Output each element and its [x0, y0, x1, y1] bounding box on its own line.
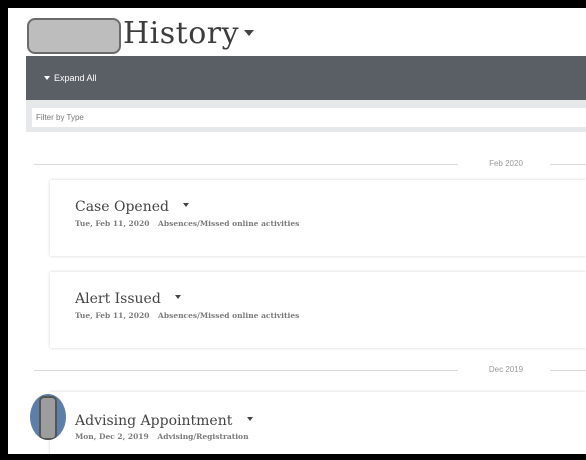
card-title-row[interactable]: Advising Appointment	[75, 412, 253, 430]
timeline-card-alert-issued[interactable]: Alert Issued Tue, Feb 11, 2020 Absences/…	[50, 272, 586, 348]
filter-bar	[26, 100, 586, 132]
card-category: Absences/Missed online activities	[158, 219, 300, 228]
card-date: Tue, Feb 11, 2020	[75, 311, 150, 320]
avatar	[30, 394, 66, 440]
redacted-name	[27, 18, 121, 54]
date-divider-label: Dec 2019	[488, 365, 524, 374]
card-title-row[interactable]: Case Opened	[75, 198, 190, 216]
card-title: Advising Appointment	[75, 413, 233, 429]
toolbar: Expand All	[26, 56, 586, 100]
expand-all-button[interactable]: Expand All	[44, 70, 97, 86]
card-date: Tue, Feb 11, 2020	[75, 219, 150, 228]
timeline-card-advising-appointment[interactable]: Advising Appointment Mon, Dec 2, 2019 Ad…	[50, 392, 586, 454]
divider-line	[34, 164, 458, 165]
card-meta: Tue, Feb 11, 2020 Absences/Missed online…	[75, 311, 299, 320]
card-title-row[interactable]: Alert Issued	[75, 290, 182, 308]
card-date: Mon, Dec 2, 2019	[75, 432, 149, 441]
divider-line	[34, 370, 458, 371]
card-meta: Tue, Feb 11, 2020 Absences/Missed online…	[75, 219, 299, 228]
card-meta: Mon, Dec 2, 2019 Advising/Registration	[75, 432, 249, 441]
caret-down-icon	[44, 76, 50, 80]
filter-by-type-input[interactable]	[32, 108, 586, 127]
title-dropdown-icon[interactable]	[244, 30, 254, 36]
date-divider-feb-2020: Feb 2020	[34, 158, 586, 170]
date-divider-label: Feb 2020	[489, 159, 523, 168]
divider-line	[550, 164, 586, 165]
history-panel: History Expand All Feb 2020 Case Opened …	[8, 8, 586, 454]
timeline-card-case-opened[interactable]: Case Opened Tue, Feb 11, 2020 Absences/M…	[50, 180, 586, 256]
divider-line	[550, 370, 586, 371]
page-header: History	[8, 8, 586, 56]
redacted-avatar	[39, 396, 57, 440]
card-category: Absences/Missed online activities	[158, 311, 300, 320]
card-category: Advising/Registration	[157, 432, 249, 441]
date-divider-dec-2019: Dec 2019	[34, 364, 586, 376]
card-title: Case Opened	[75, 199, 169, 215]
chevron-down-icon[interactable]	[246, 417, 253, 421]
card-title: Alert Issued	[75, 291, 161, 307]
page-title: History	[123, 16, 240, 51]
chevron-down-icon[interactable]	[175, 295, 182, 299]
expand-all-label: Expand All	[54, 73, 97, 83]
chevron-down-icon[interactable]	[183, 203, 190, 207]
